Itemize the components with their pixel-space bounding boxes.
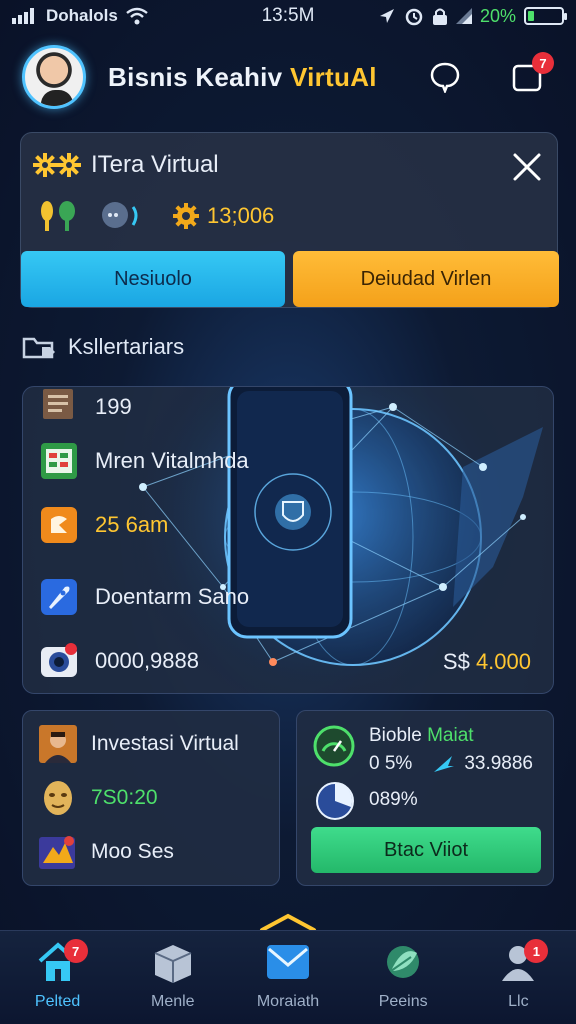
document-icon (43, 389, 73, 419)
battery-percent: 20% (479, 5, 516, 26)
investment-footer: Moo Ses (91, 840, 174, 863)
investment-footer-row: Moo Ses (39, 833, 174, 871)
notifications-button[interactable]: 7 (510, 52, 554, 94)
rocket-icon (41, 579, 77, 615)
nav-label: Peeins (378, 993, 428, 1010)
list-item-label: 199 (95, 394, 132, 419)
folder-tag-icon (22, 337, 55, 359)
lock-icon (432, 8, 447, 25)
network-card: 199 Mren Vitalmhda 25 6am Doentarm Sano (22, 386, 554, 694)
mobile-market-card: Bioble Maiat 0 5% 33.9886 089% Btac Viio… (296, 710, 554, 886)
nav-home[interactable]: Pelted 7 (8, 939, 108, 1011)
market-value-group: 33.9886 (432, 753, 533, 775)
close-icon[interactable] (511, 151, 543, 183)
camera-icon (41, 643, 77, 677)
coins-value: 13;006 (207, 203, 275, 228)
signal-icon (12, 8, 34, 24)
mail-icon (266, 945, 309, 979)
secondary-action-button[interactable]: Deiudad Virlen (293, 251, 559, 307)
price-prefix: S$ (442, 649, 476, 674)
list-item-time[interactable]: 25 6am (41, 507, 168, 543)
section-title: Ksllertariars (68, 334, 185, 359)
list-item-label: Mren Vitalmhda (95, 448, 249, 473)
gears-icon (33, 153, 81, 177)
nav-mail[interactable]: Moraiath (238, 941, 338, 1011)
virtual-card: ITera Virtual 13;006 Nesiuolo Deiudad Vi… (20, 132, 559, 308)
notification-badge: 7 (532, 52, 554, 74)
primary-action-button[interactable]: Nesiuolo (21, 251, 285, 307)
status-right: 20% (378, 5, 567, 27)
orange-app-icon (41, 507, 77, 543)
app-header: Bisnis Keahiv VirtuAl 7 (0, 40, 576, 114)
nav-settings[interactable]: Peeins (353, 941, 453, 1011)
nav-box[interactable]: Menle (123, 941, 223, 1011)
app-title-accent: VirtuAl (289, 61, 377, 92)
cell-signal-icon (455, 8, 472, 24)
nav-profile[interactable]: Llc 1 (468, 939, 568, 1011)
mask-icon (44, 781, 72, 815)
speedometer-icon (313, 725, 355, 767)
box-icon (154, 945, 192, 983)
alarm-icon (405, 8, 423, 26)
header-actions: 7 (428, 52, 554, 94)
investment-title-row: Investasi Virtual (39, 725, 239, 763)
chat-button[interactable] (428, 60, 462, 94)
virtual-card-stats: 13;006 (37, 199, 274, 233)
chat-bubble-icon (430, 62, 460, 93)
leaf-gear-icon (387, 946, 420, 978)
carrier-name: Dohalols (46, 6, 118, 25)
status-bar: Dohalols 13:5M 20% (0, 0, 576, 32)
market-percent: 0 5% (369, 753, 413, 774)
investment-card[interactable]: Investasi Virtual 7S0:20 Moo Ses (22, 710, 280, 886)
market-title-main: Bioble (369, 725, 428, 746)
pie-chart-icon (316, 782, 354, 820)
market-action-button[interactable]: Btac Viiot (311, 827, 541, 873)
nav-label: Pelted (34, 993, 81, 1010)
market-stats: 0 5% 33.9886 (369, 753, 533, 775)
coins-stat: 13;006 (171, 201, 274, 231)
bottom-navigation: Pelted 7 Menle Moraiath Peeins Llc 1 (0, 930, 576, 1024)
list-item-camera[interactable]: 0000,9888 (41, 643, 199, 679)
gear-coin-icon (173, 203, 199, 229)
pins-icon (41, 201, 75, 231)
colorful-tile-icon (39, 836, 75, 869)
chevron-up-icon[interactable] (258, 912, 318, 932)
nav-label: Llc (508, 993, 529, 1010)
market-value: 33.9886 (464, 753, 533, 774)
battery-fill (528, 11, 535, 21)
price-display: S$ 4.000 (443, 649, 531, 675)
list-item-documents[interactable]: 199 (41, 389, 132, 425)
price-value: 4.000 (475, 649, 531, 674)
nav-label: Moraiath (256, 993, 320, 1010)
clock: 13:5M (261, 5, 315, 26)
person-portrait-icon (39, 725, 77, 763)
list-item-label: Doentarm Sano (95, 584, 250, 609)
arrow-up-icon (434, 756, 455, 772)
investment-value-row: 7S0:20 (39, 779, 158, 817)
spreadsheet-icon (41, 443, 77, 479)
market-percent-2: 089% (369, 789, 418, 810)
battery-icon (524, 7, 567, 25)
list-item-spreadsheet[interactable]: Mren Vitalmhda (41, 443, 249, 479)
investment-value: 7S0:20 (91, 786, 158, 809)
nav-label: Menle (150, 993, 195, 1010)
investment-title: Investasi Virtual (91, 732, 239, 755)
section-header: Ksllertariars (22, 334, 184, 360)
market-title-accent: Maiat (427, 725, 474, 746)
user-avatar[interactable] (22, 45, 86, 109)
list-item-rocket[interactable]: Doentarm Sano (41, 579, 249, 615)
status-left: Dohalols (12, 6, 148, 26)
list-item-label: 25 6am (95, 512, 169, 537)
list-item-label: 0000,9888 (95, 648, 199, 673)
chat-sound-icon (102, 202, 138, 228)
wifi-icon (126, 7, 148, 25)
app-title-main: Bisnis Keahiv (108, 61, 290, 92)
virtual-card-title: ITera Virtual (91, 151, 219, 178)
virtual-card-header: ITera Virtual (33, 151, 219, 179)
app-title: Bisnis Keahiv VirtuAl (108, 62, 377, 93)
location-icon (379, 9, 394, 23)
nav-badge: 7 (63, 939, 88, 963)
nav-badge: 1 (524, 939, 549, 963)
market-title: Bioble Maiat (369, 725, 474, 747)
